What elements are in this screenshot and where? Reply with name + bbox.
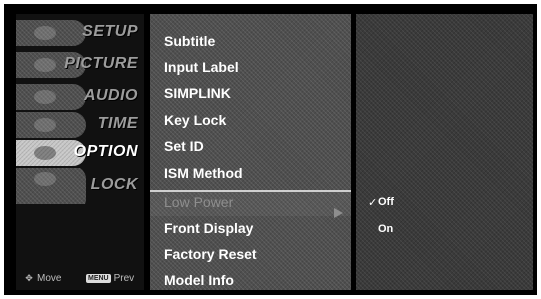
- category-time[interactable]: TIME: [16, 112, 144, 138]
- category-label: TIME: [97, 115, 138, 132]
- checkmark-icon: ✓: [368, 197, 378, 209]
- category-label: AUDIO: [83, 87, 138, 104]
- low-power-submenu: ✓ Off On: [356, 14, 533, 290]
- category-column: SETUP PICTURE AUDIO TIME OPTION LOCK ✥ Mo…: [16, 14, 144, 290]
- option-off[interactable]: Off: [378, 196, 394, 208]
- audio-icon: [16, 84, 86, 110]
- menu-key-icon: MENU: [86, 273, 111, 283]
- menu-item-key-lock[interactable]: Key Lock: [164, 112, 226, 128]
- category-label: LOCK: [90, 176, 138, 193]
- menu-item-subtitle[interactable]: Subtitle: [164, 33, 215, 49]
- menu-item-low-power[interactable]: Low Power: [164, 194, 233, 210]
- lock-icon: [16, 168, 86, 204]
- category-setup[interactable]: SETUP: [16, 20, 144, 46]
- menu-item-model-info[interactable]: Model Info: [164, 272, 234, 288]
- menu-item-input-label[interactable]: Input Label: [164, 59, 239, 75]
- prev-hint: MENU Prev: [86, 273, 134, 284]
- menu-item-ism-method[interactable]: ISM Method: [164, 165, 243, 181]
- category-picture[interactable]: PICTURE: [16, 52, 144, 78]
- arrows-icon: ✥: [25, 272, 33, 283]
- option-on[interactable]: On: [378, 223, 393, 235]
- category-label: SETUP: [82, 23, 138, 40]
- category-audio[interactable]: AUDIO: [16, 84, 144, 110]
- menu-item-set-id[interactable]: Set ID: [164, 138, 204, 154]
- menu-item-simplink[interactable]: SIMPLINK: [164, 85, 231, 101]
- category-option[interactable]: OPTION: [16, 140, 144, 166]
- right-arrow-icon: [334, 208, 343, 218]
- category-label: OPTION: [73, 143, 138, 160]
- move-hint: ✥ Move: [24, 273, 61, 284]
- menu-item-front-display[interactable]: Front Display: [164, 220, 253, 236]
- tv-menu-screen: SETUP PICTURE AUDIO TIME OPTION LOCK ✥ Mo…: [4, 4, 537, 295]
- category-label: PICTURE: [64, 55, 138, 72]
- time-icon: [16, 112, 86, 138]
- move-label: Move: [37, 273, 62, 284]
- menu-item-factory-reset[interactable]: Factory Reset: [164, 246, 257, 262]
- category-lock[interactable]: LOCK: [16, 168, 144, 204]
- setup-icon: [16, 20, 86, 46]
- option-menu: Subtitle Input Label SIMPLINK Key Lock S…: [150, 14, 351, 290]
- prev-label: Prev: [113, 273, 135, 284]
